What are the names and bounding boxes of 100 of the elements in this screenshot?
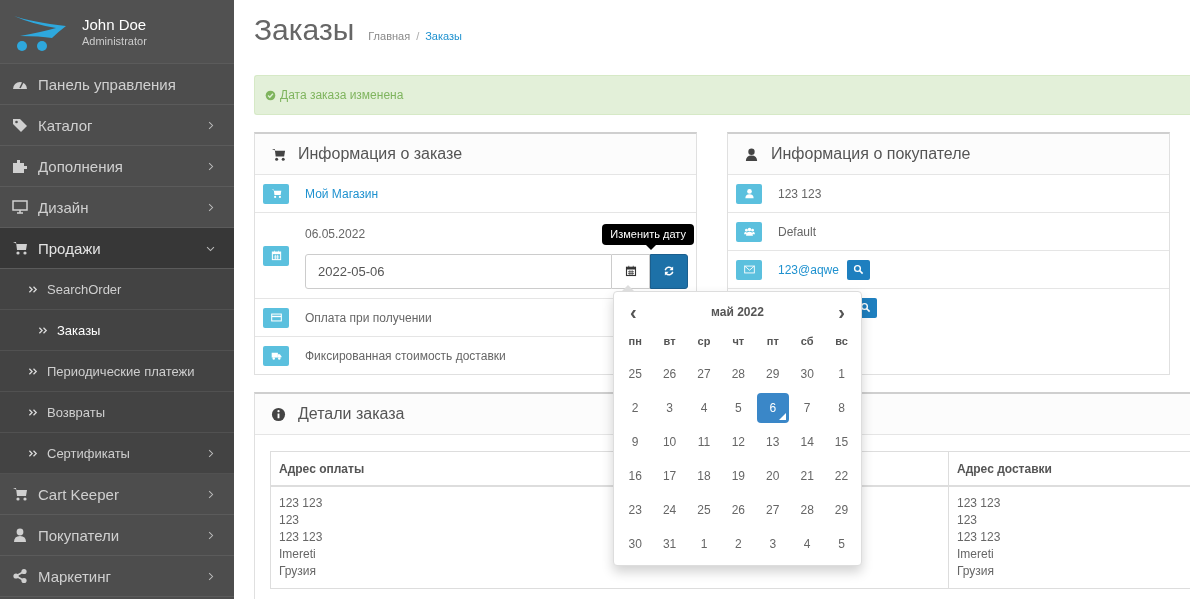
calendar-day[interactable]: 17	[653, 460, 686, 491]
submenu-item[interactable]: Периодические платежи	[0, 351, 234, 392]
calendar-day[interactable]: 6	[756, 392, 789, 423]
sidebar-item[interactable]: Каталог	[0, 105, 234, 146]
check-circle-icon	[265, 89, 276, 101]
alert-message: Дата заказа изменена	[280, 88, 404, 102]
panel-title: Детали заказа	[298, 405, 405, 423]
month-title[interactable]: май 2022	[711, 304, 764, 319]
info-text: 123 123	[778, 186, 822, 201]
truck-icon	[270, 350, 282, 361]
page-title: Заказы	[254, 12, 355, 48]
calendar-button[interactable]	[612, 253, 650, 289]
breadcrumb-separator: /	[416, 30, 420, 42]
submenu-item[interactable]: Заказы	[0, 310, 234, 351]
calendar-day[interactable]: 12	[722, 426, 755, 457]
sidebar-item[interactable]: Cart Keeper	[0, 474, 234, 515]
sidebar-item[interactable]: Панель управления	[0, 64, 234, 105]
calendar-day[interactable]: 31	[653, 528, 686, 559]
calendar-day[interactable]: 28	[790, 494, 824, 525]
cart-icon	[12, 240, 28, 256]
calendar-day[interactable]: 27	[687, 358, 721, 389]
breadcrumb-link[interactable]: Заказы	[425, 30, 462, 42]
calendar-day[interactable]: 25	[687, 494, 721, 525]
info-text: Default	[778, 224, 817, 239]
calendar-day[interactable]: 13	[756, 426, 789, 457]
column-header: Адрес доставки	[948, 451, 1190, 486]
calendar-day[interactable]: 15	[825, 426, 858, 457]
panel-title: Информация о покупателе	[771, 145, 971, 163]
refresh-button[interactable]	[650, 253, 688, 289]
sidebar-item[interactable]: Дополнения	[0, 146, 234, 187]
info-text: Фиксированная стоимость доставки	[305, 348, 506, 363]
breadcrumb-link[interactable]: Главная	[368, 30, 411, 42]
calendar-day[interactable]: 24	[653, 494, 686, 525]
weekday-label: пн	[627, 334, 643, 349]
weekday-label: вт	[662, 334, 677, 349]
calendar-day[interactable]: 5	[722, 392, 755, 423]
next-month-button[interactable]: ›	[830, 301, 853, 322]
user-role: Administrator	[82, 35, 147, 47]
puzzle-icon	[12, 158, 28, 174]
calendar-day[interactable]: 29	[756, 358, 789, 389]
submenu-item[interactable]: Возвраты	[0, 392, 234, 433]
calendar-day[interactable]: 7	[790, 392, 824, 423]
panel-title: Информация о заказе	[298, 145, 463, 163]
sidebar-item[interactable]: Маркетинг	[0, 556, 234, 597]
calendar-day[interactable]: 20	[756, 460, 789, 491]
calendar-icon	[624, 265, 637, 277]
calendar-day[interactable]: 26	[653, 358, 686, 389]
calendar-day[interactable]: 30	[790, 358, 824, 389]
sidebar-item[interactable]: Продажи	[0, 228, 234, 269]
monitor-icon	[12, 199, 28, 215]
store-link[interactable]: Мой Магазин	[305, 186, 379, 201]
calendar-day[interactable]: 1	[687, 528, 721, 559]
calendar-icon	[270, 250, 282, 261]
calendar-day[interactable]: 4	[687, 392, 721, 423]
calendar-day[interactable]: 28	[722, 358, 755, 389]
calendar-day[interactable]: 11	[687, 426, 721, 457]
calendar-day[interactable]: 10	[653, 426, 686, 457]
search-icon	[852, 264, 864, 275]
date-text: 06.05.2022	[305, 226, 366, 241]
calendar-day[interactable]: 5	[825, 528, 858, 559]
users-icon	[743, 226, 755, 237]
calendar-day[interactable]: 8	[825, 392, 858, 423]
refresh-icon	[663, 265, 675, 277]
user-icon	[12, 527, 28, 543]
sidebar-item[interactable]: Покупатели	[0, 515, 234, 556]
share-icon	[12, 568, 28, 584]
calendar-day[interactable]: 27	[756, 494, 789, 525]
calendar-day[interactable]: 3	[653, 392, 686, 423]
calendar-day[interactable]: 18	[687, 460, 721, 491]
user-name: John Doe	[82, 16, 147, 33]
weekday-label: пт	[765, 334, 780, 349]
calendar-day[interactable]: 19	[722, 460, 755, 491]
info-icon	[271, 406, 286, 422]
calendar-day[interactable]: 9	[619, 426, 652, 457]
envelope-icon	[743, 264, 755, 275]
tags-icon	[12, 117, 28, 133]
calendar-day[interactable]: 21	[790, 460, 824, 491]
info-text: Оплата при получении	[305, 310, 432, 325]
calendar-day[interactable]: 3	[756, 528, 789, 559]
user-icon	[744, 146, 759, 162]
calendar-day[interactable]: 26	[722, 494, 755, 525]
search-button[interactable]	[846, 259, 870, 280]
calendar-day[interactable]: 22	[825, 460, 858, 491]
calendar-day[interactable]: 16	[619, 460, 652, 491]
email-link[interactable]: 123@aqwe	[778, 262, 839, 277]
calendar-day[interactable]: 2	[722, 528, 755, 559]
calendar-day[interactable]: 4	[790, 528, 824, 559]
submenu-item[interactable]: Сертификаты	[0, 433, 234, 474]
submenu-item[interactable]: SearchOrder	[0, 269, 234, 310]
calendar-day[interactable]: 1	[825, 358, 858, 389]
calendar-day[interactable]: 30	[619, 528, 652, 559]
calendar-day[interactable]: 25	[619, 358, 652, 389]
calendar-day[interactable]: 29	[825, 494, 858, 525]
weekday-label: сб	[799, 334, 815, 349]
date-input[interactable]: 2022-05-06	[305, 253, 612, 289]
calendar-day[interactable]: 23	[619, 494, 652, 525]
calendar-day[interactable]: 14	[790, 426, 824, 457]
calendar-day[interactable]: 2	[619, 392, 652, 423]
cart-icon	[270, 188, 282, 199]
previous-month-button[interactable]: ‹	[622, 301, 645, 322]
